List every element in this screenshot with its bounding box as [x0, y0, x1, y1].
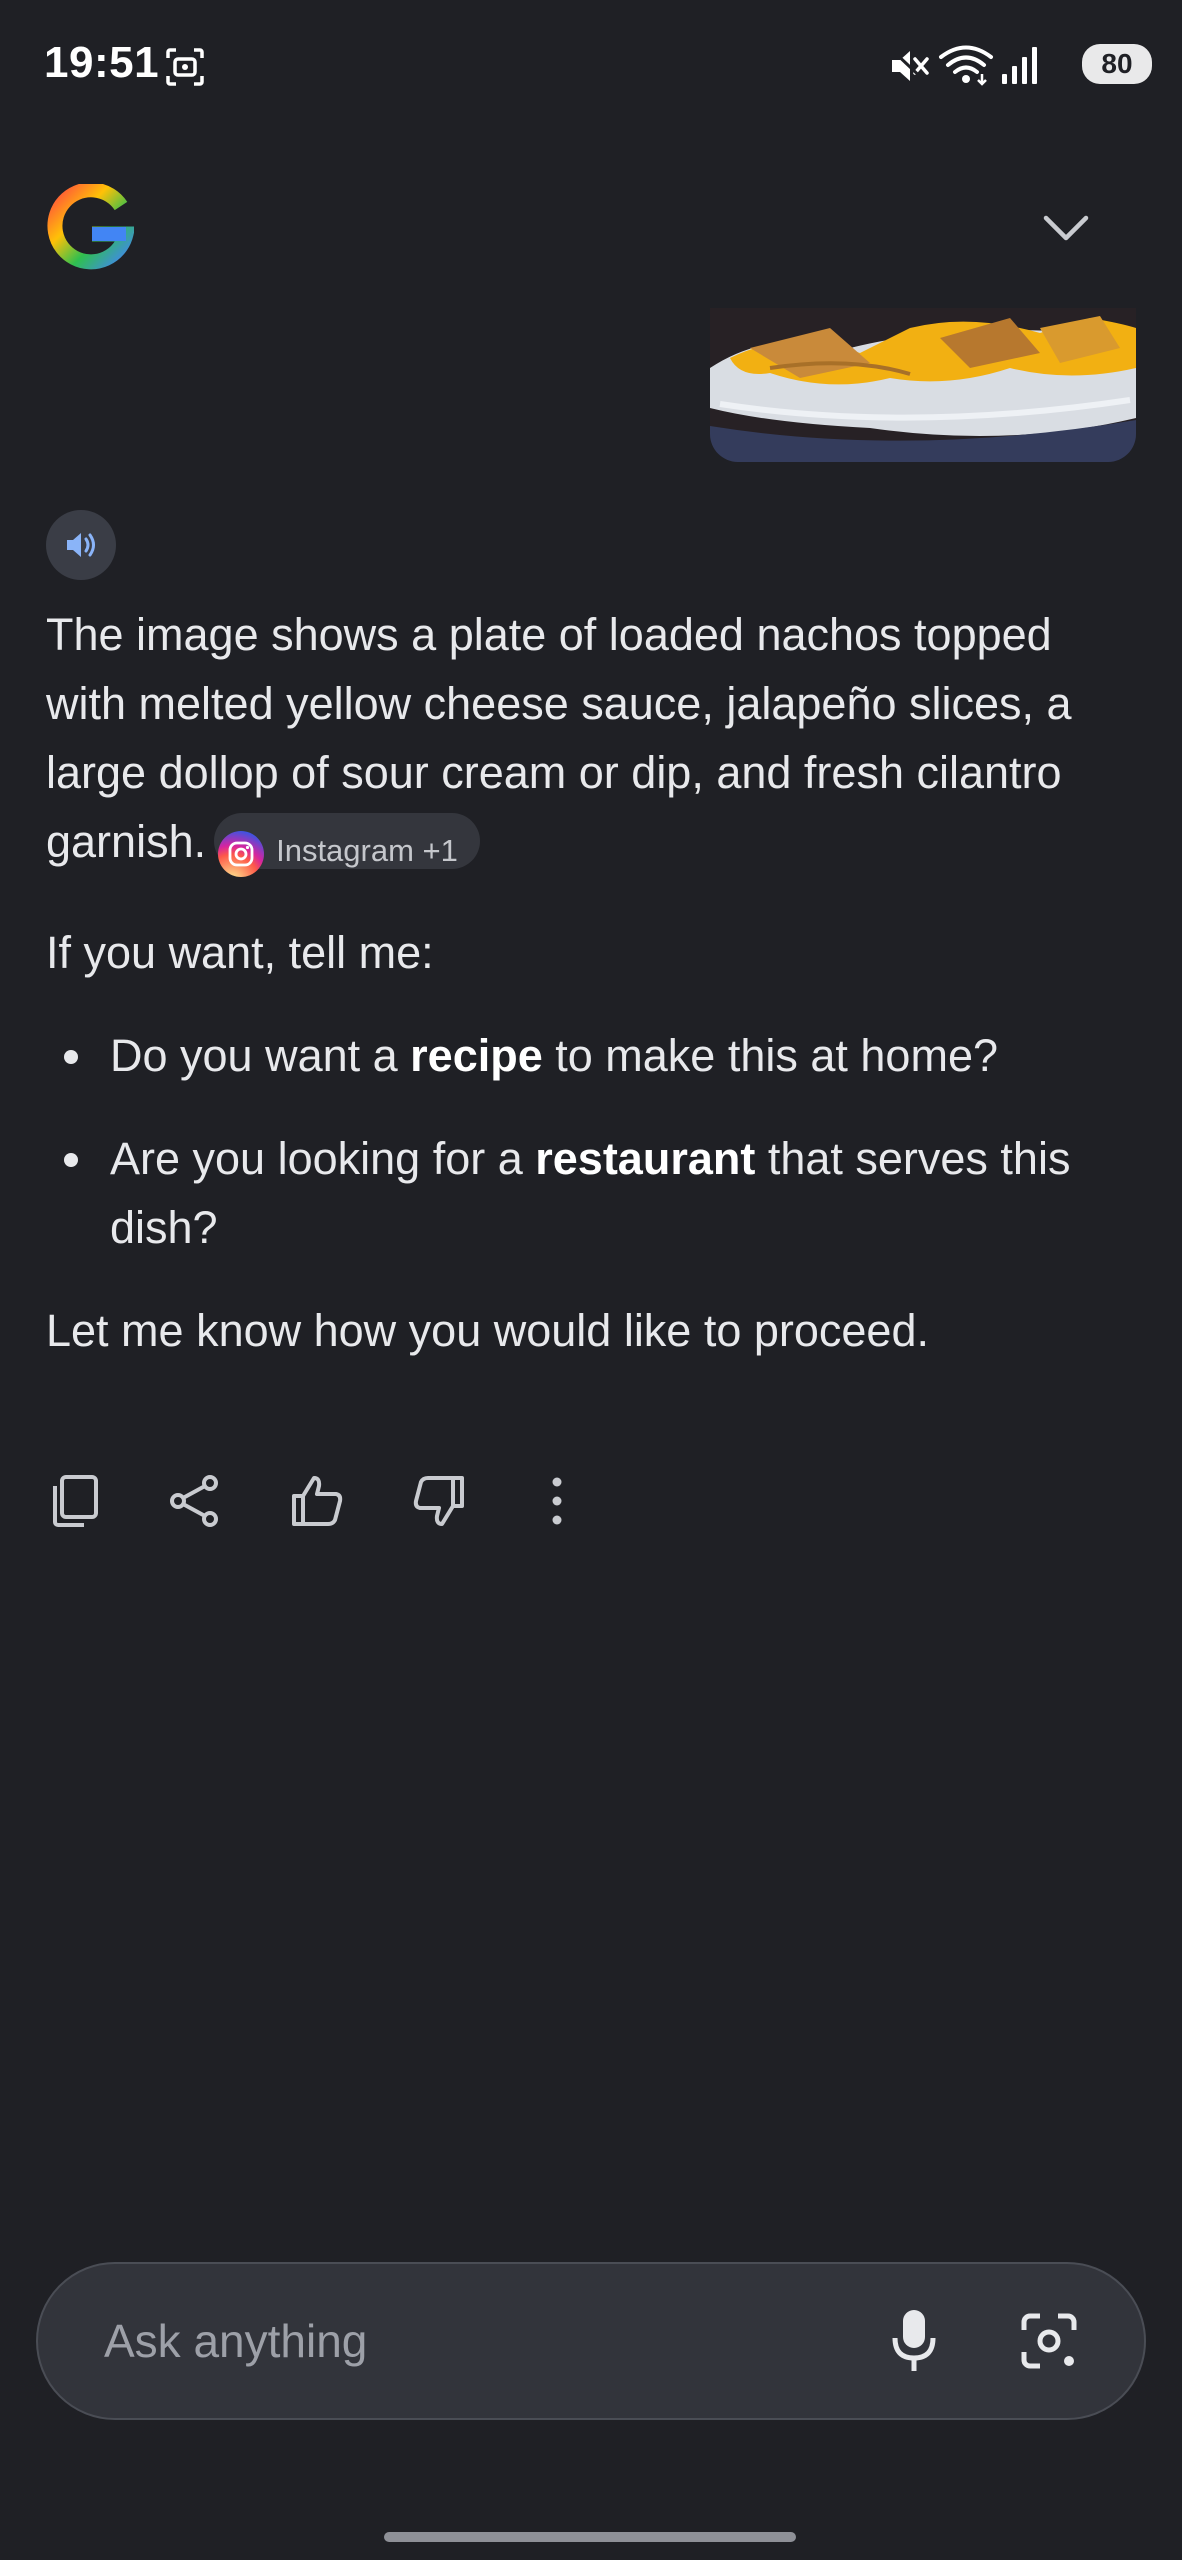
share-icon[interactable] — [166, 1472, 224, 1530]
screenshot-icon — [166, 48, 204, 86]
response-paragraph-text: The image shows a plate of loaded nachos… — [46, 609, 1072, 867]
list-item: Do you want a recipe to make this at hom… — [46, 1021, 1136, 1090]
bullet-text-before: Are you looking for a — [110, 1133, 536, 1184]
mic-icon[interactable] — [886, 2308, 942, 2374]
response-bullet-list: Do you want a recipe to make this at hom… — [46, 1021, 1136, 1262]
mute-icon — [889, 47, 930, 86]
bullet-bold-text: restaurant — [535, 1133, 756, 1184]
read-aloud-button[interactable] — [46, 510, 116, 580]
source-chip-label: Instagram +1 — [276, 833, 458, 869]
bullet-bold-text: recipe — [410, 1030, 543, 1081]
thumbs-down-icon[interactable] — [410, 1472, 468, 1530]
source-chip[interactable]: Instagram +1 — [214, 813, 480, 877]
thumbs-up-icon[interactable] — [288, 1472, 346, 1530]
home-indicator[interactable] — [384, 2532, 796, 2542]
response-paragraph: The image shows a plate of loaded nachos… — [46, 600, 1136, 877]
signal-icon — [1002, 47, 1037, 84]
speaker-icon — [67, 533, 95, 557]
response-paragraph: If you want, tell me: — [46, 927, 434, 978]
screen: 19:51 80 The image shows a plate of load… — [0, 0, 1182, 2560]
google-g-logo — [47, 184, 134, 270]
ask-input-placeholder[interactable]: Ask anything — [104, 2314, 367, 2368]
more-vert-icon[interactable] — [528, 1472, 586, 1530]
status-bar: 19:51 80 — [0, 0, 1182, 130]
ask-input-bar[interactable]: Ask anything — [36, 2262, 1146, 2420]
list-item: Are you looking for a restaurant that se… — [46, 1124, 1136, 1262]
bullet-text-after: to make this at home? — [542, 1030, 998, 1081]
status-icons: 80 — [852, 42, 1152, 88]
battery-badge: 80 — [1082, 44, 1152, 84]
wifi-icon — [939, 45, 993, 86]
response-paragraph: Let me know how you would like to procee… — [46, 1305, 929, 1356]
status-time: 19:51 — [44, 38, 160, 87]
instagram-icon — [218, 830, 265, 877]
bullet-dot — [64, 1050, 78, 1064]
response-text: The image shows a plate of loaded nachos… — [46, 600, 1136, 1365]
copy-icon[interactable] — [46, 1472, 104, 1530]
lens-icon[interactable] — [1016, 2308, 1082, 2374]
chevron-down-icon[interactable] — [1040, 206, 1092, 250]
nachos-photo — [710, 308, 1136, 462]
bullet-text-before: Do you want a — [110, 1030, 411, 1081]
attached-image-thumbnail[interactable] — [710, 308, 1136, 462]
bullet-dot — [64, 1153, 78, 1167]
